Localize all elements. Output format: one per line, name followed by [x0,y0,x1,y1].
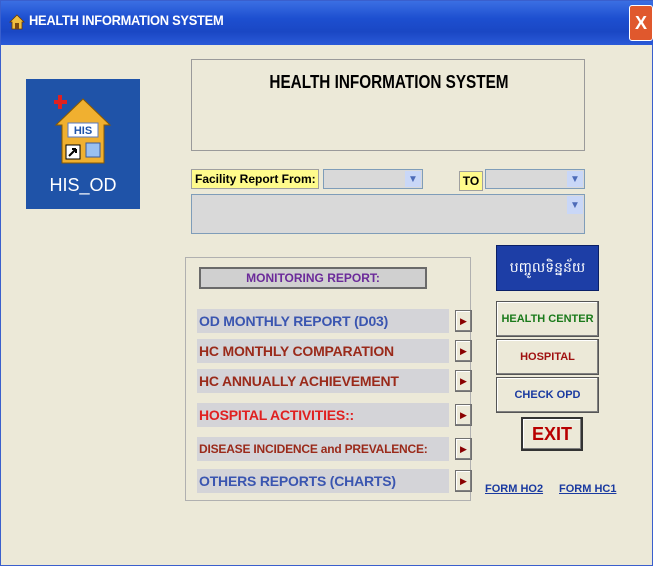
play-icon[interactable]: ▶ [455,438,472,460]
his-badge-text: HIS [74,125,92,137]
chevron-down-icon[interactable]: ▼ [567,171,583,187]
report-row[interactable]: DISEASE INCIDENCE and PREVALENCE: [197,437,449,461]
form-hc1-link[interactable]: FORM HC1 [559,483,616,495]
data-entry-button[interactable]: បញ្ចូលទិន្នន័យ [496,245,599,291]
health-center-button[interactable]: HEALTH CENTER [496,301,599,337]
window-title: HEALTH INFORMATION SYSTEM [29,12,224,28]
header-panel: HEALTH INFORMATION SYSTEM [191,59,585,151]
main-window: HEALTH INFORMATION SYSTEM X HIS HIS_OD H… [0,0,653,566]
play-icon[interactable]: ▶ [455,370,472,392]
form-ho2-link[interactable]: FORM HO2 [485,483,543,495]
title-bar[interactable]: HEALTH INFORMATION SYSTEM X [1,1,653,45]
chevron-down-icon[interactable]: ▼ [567,196,583,214]
play-icon[interactable]: ▶ [455,404,472,426]
to-date-select[interactable]: ▼ [485,169,585,189]
play-icon[interactable]: ▶ [455,340,472,362]
report-row[interactable]: OD MONTHLY REPORT (D03) [197,309,449,333]
exit-button[interactable]: EXIT [521,417,583,451]
report-row[interactable]: HC MONTHLY COMPARATION [197,339,449,363]
monitoring-report-label: MONITORING REPORT: [199,267,427,289]
close-button[interactable]: X [629,5,653,41]
chevron-down-icon[interactable]: ▼ [405,171,421,187]
shortcut-label: HIS_OD [49,175,117,195]
play-icon[interactable]: ▶ [455,470,472,492]
to-label: TO [459,171,483,191]
his-od-shortcut[interactable]: HIS HIS_OD [26,79,140,209]
report-row[interactable]: HOSPITAL ACTIVITIES:: [197,403,449,427]
facility-select[interactable]: ▼ [191,194,585,234]
app-house-icon [9,14,25,30]
report-row[interactable]: OTHERS REPORTS (CHARTS) [197,469,449,493]
check-opd-button[interactable]: CHECK OPD [496,377,599,413]
facility-from-label: Facility Report From: [191,169,319,189]
report-row[interactable]: HC ANNUALLY ACHIEVEMENT [197,369,449,393]
from-date-select[interactable]: ▼ [323,169,423,189]
hospital-button[interactable]: HOSPITAL [496,339,599,375]
his-house-icon: HIS [54,95,112,164]
header-title: HEALTH INFORMATION SYSTEM [269,72,509,92]
play-icon[interactable]: ▶ [455,310,472,332]
